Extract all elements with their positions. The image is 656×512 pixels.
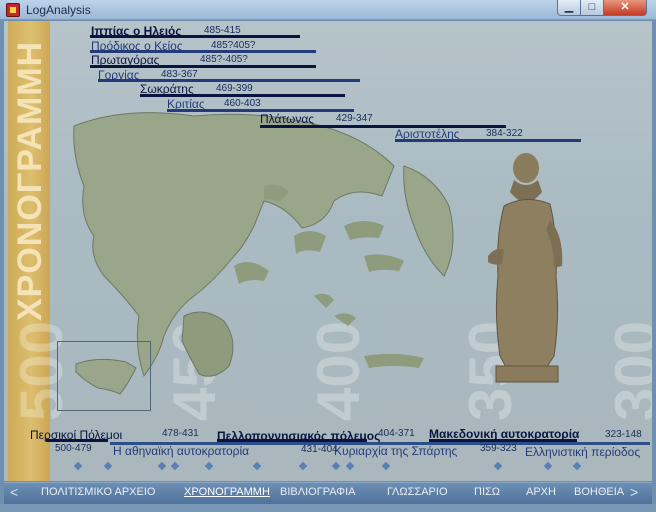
window-frame-bottom bbox=[0, 504, 656, 512]
nav-timeline[interactable]: ΧΡΟΝΟΓΡΑΜΜΗ bbox=[184, 486, 270, 498]
person-years: 485?-405? bbox=[200, 54, 248, 65]
bottom-nav-bar: < ΠΟΛΙΤΙΣΜΙΚΟ ΑΡΧΕΙΟ ΧΡΟΝΟΓΡΑΜΜΗ ΒΙΒΛΙΟΓ… bbox=[4, 482, 652, 504]
event-bar bbox=[46, 439, 108, 442]
next-arrow-icon[interactable]: > bbox=[630, 484, 638, 500]
person-lifespan-bar bbox=[90, 35, 300, 38]
sicily-inset-map bbox=[57, 341, 151, 411]
prev-arrow-icon[interactable]: < bbox=[10, 484, 18, 500]
event-years: 500-479 bbox=[55, 443, 92, 454]
person-lifespan-bar bbox=[98, 79, 360, 82]
timeline-marker-icon bbox=[345, 461, 355, 471]
minimize-button[interactable]: ▁ bbox=[557, 0, 581, 16]
nav-back[interactable]: ΠΙΣΩ bbox=[474, 486, 500, 498]
vertical-title: ΧΡΟΝΟΓΡΑΜΜΗ bbox=[11, 40, 49, 321]
person-lifespan-bar bbox=[395, 139, 581, 142]
person-years: 429-347 bbox=[336, 113, 373, 124]
aristotle-statue-image bbox=[488, 153, 563, 383]
timeline-panel: ΧΡΟΝΟΓΡΑΜΜΗ 500 450 400 350 300 Ιππίας ο… bbox=[4, 21, 652, 481]
timeline-marker-icon bbox=[298, 461, 308, 471]
title-bar: LogAnalysis ▁ □ ✕ bbox=[0, 0, 656, 20]
event-spartan-hegemony[interactable]: Κυριαρχία της Σπάρτης bbox=[334, 444, 457, 458]
event-years: 359-323 bbox=[480, 443, 517, 454]
timeline-marker-icon bbox=[493, 461, 503, 471]
maximize-button[interactable]: □ bbox=[580, 0, 604, 16]
person-lifespan-bar bbox=[260, 125, 506, 128]
timeline-marker-icon bbox=[381, 461, 391, 471]
person-years: 469-399 bbox=[216, 83, 253, 94]
person-years: 384-322 bbox=[486, 128, 523, 139]
timeline-marker-icon bbox=[170, 461, 180, 471]
event-athenian-empire[interactable]: Η αθηναϊκή αυτοκρατορία bbox=[113, 444, 249, 458]
nav-help[interactable]: ΒΟΗΘΕΙΑ bbox=[574, 486, 624, 498]
event-years: 404-371 bbox=[378, 428, 415, 439]
timeline-marker-icon bbox=[157, 461, 167, 471]
nav-glossary[interactable]: ΓΛΩΣΣΑΡΙΟ bbox=[387, 486, 448, 498]
event-years: 478-431 bbox=[162, 428, 199, 439]
timeline-marker-icon bbox=[331, 461, 341, 471]
nav-bibliography[interactable]: ΒΙΒΛΙΟΓΡΑΦΙΑ bbox=[280, 486, 355, 498]
nav-cultural-archive[interactable]: ΠΟΛΙΤΙΣΜΙΚΟ ΑΡΧΕΙΟ bbox=[41, 486, 155, 498]
sicily-map-image bbox=[75, 358, 137, 395]
person-years: 460-403 bbox=[224, 98, 261, 109]
event-years: 323-148 bbox=[605, 429, 642, 440]
window-title: LogAnalysis bbox=[26, 3, 91, 17]
timeline-marker-icon bbox=[252, 461, 262, 471]
close-button[interactable]: ✕ bbox=[603, 0, 647, 16]
app-icon bbox=[6, 3, 20, 17]
event-hellenistic-period[interactable]: Ελληνιστική περίοδος bbox=[525, 445, 640, 459]
year-marker: 300 bbox=[603, 320, 652, 421]
event-years: 431-404 bbox=[301, 444, 338, 455]
timeline-marker-icon bbox=[204, 461, 214, 471]
nav-home[interactable]: ΑΡΧΗ bbox=[526, 486, 556, 498]
timeline-marker-icon bbox=[103, 461, 113, 471]
timeline-marker-icon bbox=[543, 461, 553, 471]
timeline-marker-icon bbox=[572, 461, 582, 471]
person-name-plato[interactable]: Πλάτωνας bbox=[260, 112, 314, 126]
timeline-marker-icon bbox=[73, 461, 83, 471]
